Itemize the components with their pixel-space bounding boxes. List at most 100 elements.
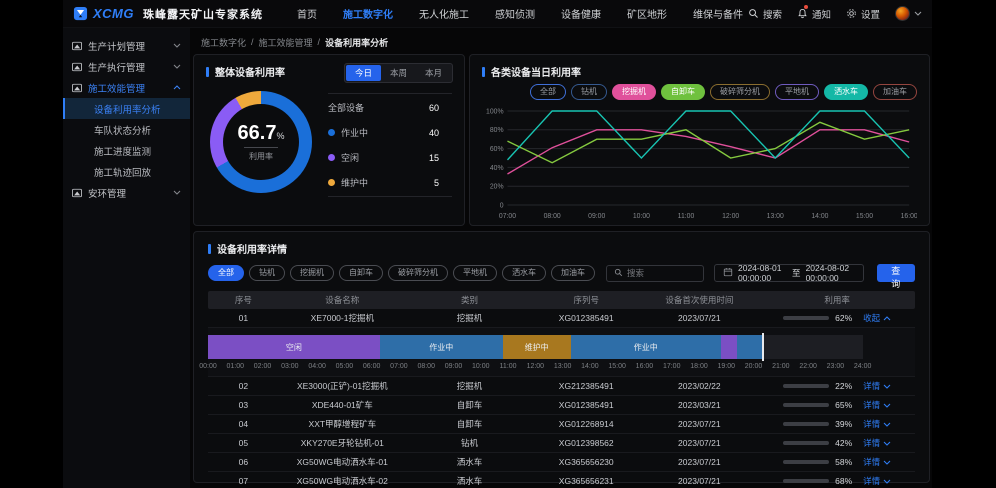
legend-value: 5 xyxy=(434,178,452,188)
utilization-percent: 68% xyxy=(835,476,857,486)
cell-serial: XG012385491 xyxy=(533,400,639,410)
axis-tick: 05:00 xyxy=(336,363,354,370)
app-title: 珠峰露天矿山专家系统 xyxy=(143,6,263,22)
details-link[interactable]: 详情 xyxy=(863,475,891,487)
series-chip-全部[interactable]: 全部 xyxy=(530,84,566,100)
sidebar: 生产计划管理生产执行管理施工效能管理设备利用率分析车队状态分析施工进度监测施工轨… xyxy=(63,28,190,488)
timeline: 空闲作业中维护中作业中00:0001:0002:0003:0004:0005:0… xyxy=(208,335,863,374)
tab-今日[interactable]: 今日 xyxy=(346,65,381,81)
filter-chips: 全部钻机挖掘机自卸车破碎筛分机平地机洒水车加油车 xyxy=(208,265,595,281)
breadcrumb-separator: / xyxy=(318,37,321,47)
query-button[interactable]: 查询 xyxy=(877,264,915,282)
search-icon xyxy=(614,264,623,282)
legend-item-作业中[interactable]: 作业中40 xyxy=(328,120,452,145)
settings-button[interactable]: 设置 xyxy=(846,7,880,21)
series-chip-平地机[interactable]: 平地机 xyxy=(775,84,819,100)
axis-tick: 23:00 xyxy=(827,363,845,370)
sidebar-group-label: 生产执行管理 xyxy=(88,60,145,74)
sidebar-item-施工轨迹回放[interactable]: 施工轨迹回放 xyxy=(63,161,190,182)
overall-utilization-panel: 整体设备利用率 今日本周本月 66.7% 利用率 xyxy=(193,54,465,226)
notifications-button[interactable]: 通知 xyxy=(797,7,831,21)
date-range-picker[interactable]: 2024-08-01 00:00:00 至 2024-08-02 00:00:0… xyxy=(714,264,864,282)
svg-text:40%: 40% xyxy=(490,165,504,172)
series-chip-加油车[interactable]: 加油车 xyxy=(873,84,917,100)
cell-serial: XG365656230 xyxy=(533,457,639,467)
bell-icon xyxy=(797,8,808,19)
sidebar-group-label: 生产计划管理 xyxy=(88,39,145,53)
filter-chip-挖掘机[interactable]: 挖掘机 xyxy=(290,265,334,281)
filter-chip-洒水车[interactable]: 洒水车 xyxy=(502,265,546,281)
utilization-cell: 68% 详情 xyxy=(759,475,915,487)
svg-text:16:00: 16:00 xyxy=(901,213,917,220)
search-button[interactable]: 搜索 xyxy=(748,7,782,21)
legend-label: 全部设备 xyxy=(328,101,364,114)
filter-chip-破碎筛分机[interactable]: 破碎筛分机 xyxy=(388,265,448,281)
search-box[interactable] xyxy=(606,265,704,282)
sidebar-group-生产执行管理[interactable]: 生产执行管理 xyxy=(63,56,190,77)
cell-first_use: 2023/02/22 xyxy=(639,381,759,391)
sidebar-item-车队状态分析[interactable]: 车队状态分析 xyxy=(63,119,190,140)
nav-item-维保与备件[interactable]: 维保与备件 xyxy=(693,6,743,21)
cell-name: XG50WG电动洒水车-01 xyxy=(279,456,406,468)
axis-tick: 17:00 xyxy=(663,363,681,370)
filter-chip-加油车[interactable]: 加油车 xyxy=(551,265,595,281)
details-link[interactable]: 详情 xyxy=(863,418,891,430)
cell-serial: XG012268914 xyxy=(533,419,639,429)
details-link[interactable]: 详情 xyxy=(863,437,891,449)
cell-serial: XG365656231 xyxy=(533,476,639,486)
series-chip-洒水车[interactable]: 洒水车 xyxy=(824,84,868,100)
axis-tick: 11:00 xyxy=(500,363,517,370)
axis-tick: 10:00 xyxy=(472,363,490,370)
details-link[interactable]: 详情 xyxy=(863,456,891,468)
table-header: 序号设备名称类别序列号设备首次使用时间利用率 xyxy=(208,291,915,309)
column-header: 利用率 xyxy=(759,294,915,306)
filter-chip-全部[interactable]: 全部 xyxy=(208,265,244,281)
search-input[interactable] xyxy=(627,268,696,278)
page: XCMG 珠峰露天矿山专家系统 首页施工数字化无人化施工感知侦测设备健康矿区地形… xyxy=(0,0,996,488)
progress-bar xyxy=(783,441,829,445)
details-link[interactable]: 详情 xyxy=(863,380,891,392)
utilization-percent: 22% xyxy=(835,381,857,391)
series-chip-挖掘机[interactable]: 挖掘机 xyxy=(612,84,656,100)
cell-type: 挖掘机 xyxy=(406,380,533,392)
tab-本周[interactable]: 本周 xyxy=(381,65,416,81)
series-chip-自卸车[interactable]: 自卸车 xyxy=(661,84,705,100)
axis-tick: 08:00 xyxy=(417,363,435,370)
legend-item-维护中[interactable]: 维护中5 xyxy=(328,170,452,195)
series-chip-钻机[interactable]: 钻机 xyxy=(571,84,607,100)
sidebar-group-安环管理[interactable]: 安环管理 xyxy=(63,182,190,203)
table-row: 01XE7000-1挖掘机挖掘机XG0123854912023/07/2162%… xyxy=(208,309,915,328)
collapse-link[interactable]: 收起 xyxy=(863,312,891,324)
nav-item-感知侦测[interactable]: 感知侦测 xyxy=(495,6,535,21)
series-legend-chips: 全部钻机挖掘机自卸车破碎筛分机平地机洒水车加油车 xyxy=(482,84,917,100)
axis-tick: 14:00 xyxy=(581,363,599,370)
filter-chip-自卸车[interactable]: 自卸车 xyxy=(339,265,383,281)
user-menu[interactable] xyxy=(895,6,922,21)
details-link[interactable]: 详情 xyxy=(863,399,891,411)
nav-item-无人化施工[interactable]: 无人化施工 xyxy=(419,6,469,21)
sidebar-item-设备利用率分析[interactable]: 设备利用率分析 xyxy=(63,98,190,119)
legend-item-全部设备[interactable]: 全部设备60 xyxy=(328,95,452,120)
breadcrumb-item[interactable]: 施工效能管理 xyxy=(259,36,313,49)
title-accent xyxy=(482,67,485,77)
svg-text:08:00: 08:00 xyxy=(544,213,561,220)
search-label: 搜索 xyxy=(763,7,782,21)
tab-本月[interactable]: 本月 xyxy=(416,65,451,81)
filter-chip-平地机[interactable]: 平地机 xyxy=(453,265,497,281)
cell-name: XE7000-1挖掘机 xyxy=(279,312,406,324)
series-chip-破碎筛分机[interactable]: 破碎筛分机 xyxy=(710,84,770,100)
chevron-down-icon xyxy=(883,441,891,446)
timeline-segment-空闲: 空闲 xyxy=(208,335,380,359)
nav-item-设备健康[interactable]: 设备健康 xyxy=(561,6,601,21)
breadcrumb-item[interactable]: 施工数字化 xyxy=(201,36,246,49)
sidebar-group-生产计划管理[interactable]: 生产计划管理 xyxy=(63,35,190,56)
filter-chip-钻机[interactable]: 钻机 xyxy=(249,265,285,281)
nav-item-首页[interactable]: 首页 xyxy=(297,6,317,21)
axis-tick: 16:00 xyxy=(636,363,654,370)
sidebar-group-施工效能管理[interactable]: 施工效能管理 xyxy=(63,77,190,98)
nav-item-矿区地形[interactable]: 矿区地形 xyxy=(627,6,667,21)
nav-item-施工数字化[interactable]: 施工数字化 xyxy=(343,6,393,21)
sidebar-item-施工进度监测[interactable]: 施工进度监测 xyxy=(63,140,190,161)
axis-tick: 07:00 xyxy=(390,363,408,370)
legend-item-空闲[interactable]: 空闲15 xyxy=(328,145,452,170)
